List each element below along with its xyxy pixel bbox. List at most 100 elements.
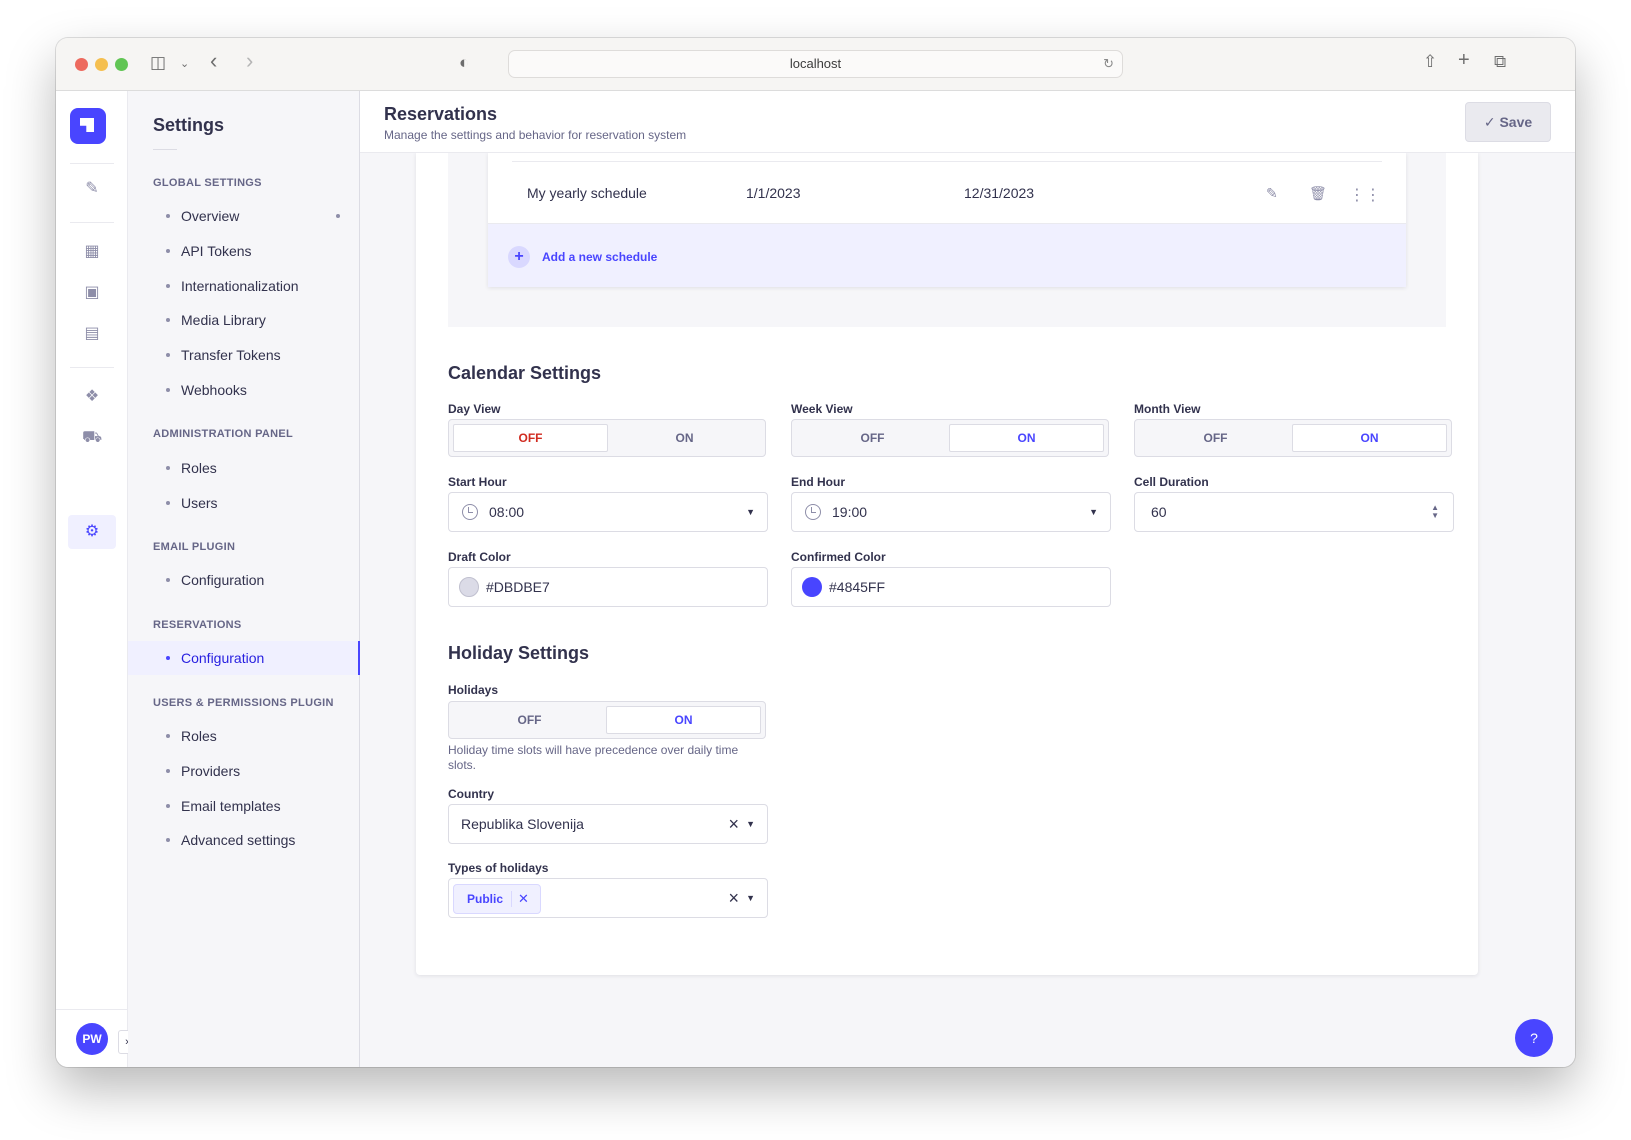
cell-duration-input[interactable]: 60 ▲ ▼ [1134,492,1454,532]
start-hour-label: Start Hour [448,475,507,489]
nav-item-admin-roles[interactable]: Roles [128,451,360,485]
schedule-end-date: 12/31/2023 [964,185,1035,201]
country-select[interactable]: Republika Slovenija × ▼ [448,804,768,844]
maximize-window-button[interactable] [115,58,128,71]
share-icon[interactable]: ⇧ [1423,52,1437,72]
nav-item-admin-users[interactable]: Users [128,486,360,520]
help-button[interactable]: ? [1515,1019,1553,1057]
settings-gear-icon[interactable]: ⚙ [82,522,102,542]
nav-item-internationalization[interactable]: Internationalization [128,269,360,303]
remove-tag-icon[interactable]: ✕ [518,885,529,913]
plugins-icon[interactable]: ❖ [82,387,102,407]
clear-icon[interactable]: × [728,879,739,917]
day-view-label: Day View [448,402,501,416]
nav-item-overview[interactable]: Overview [128,199,360,233]
country-value: Republika Slovenija [461,816,584,832]
confirmed-color-input[interactable]: #4845FF [791,567,1111,607]
add-schedule-label: Add a new schedule [542,250,658,264]
types-of-holidays-select[interactable]: Public ✕ × ▼ [448,878,768,918]
nav-item-up-roles[interactable]: Roles [128,719,360,753]
trash-icon[interactable]: 🗑 [1309,185,1327,202]
schedule-name: My yearly schedule [527,185,647,201]
page-title: Reservations [384,104,498,124]
day-view-toggle[interactable]: OFF ON [448,419,766,457]
section-administration-panel: ADMINISTRATION PANEL [153,428,294,440]
draft-color-value: #DBDBE7 [486,579,550,595]
content-type-builder-icon[interactable]: ▦ [82,242,102,262]
minimize-window-button[interactable] [95,58,108,71]
nav-item-email-configuration[interactable]: Configuration [128,563,360,597]
number-stepper-icon[interactable]: ▲ ▼ [1431,504,1439,520]
nav-item-webhooks[interactable]: Webhooks [128,373,360,407]
save-button[interactable]: ✓ Save [1465,102,1551,142]
schedules-section: My yearly schedule 1/1/2023 12/31/2023 ✎… [448,153,1446,327]
user-avatar[interactable]: PW [76,1023,108,1055]
week-view-off-option[interactable]: OFF [796,424,949,452]
page-header: Reservations Manage the settings and beh… [360,91,1575,153]
day-view-on-option[interactable]: ON [608,424,761,452]
nav-item-advanced-settings[interactable]: Advanced settings [128,823,360,857]
save-label: Save [1499,114,1533,130]
content-manager-icon[interactable]: ✎ [82,179,102,199]
schedules-table: My yearly schedule 1/1/2023 12/31/2023 ✎… [488,153,1406,287]
forward-icon[interactable]: › [246,50,253,72]
month-view-toggle[interactable]: OFF ON [1134,419,1452,457]
end-hour-select[interactable]: 19:00 ▼ [791,492,1111,532]
country-label: Country [448,787,494,801]
shield-icon[interactable]: ◐ [459,53,469,73]
section-global-settings: GLOBAL SETTINGS [153,177,262,189]
nav-item-media-library[interactable]: Media Library [128,303,360,337]
holidays-on-option[interactable]: ON [606,706,761,734]
draft-color-input[interactable]: #DBDBE7 [448,567,768,607]
confirmed-color-value: #4845FF [829,579,886,595]
back-icon[interactable]: ‹ [210,50,217,72]
schedule-start-date: 1/1/2023 [746,185,801,201]
tag-label: Public [467,892,504,906]
nav-item-transfer-tokens[interactable]: Transfer Tokens [128,338,360,372]
nav-item-reservations-configuration[interactable]: Configuration [128,641,360,675]
new-tab-icon[interactable]: + [1458,50,1470,70]
caret-down-icon[interactable]: ▼ [746,805,755,843]
holidays-toggle[interactable]: OFF ON [448,701,766,739]
end-hour-value: 19:00 [832,504,868,520]
add-schedule-button[interactable]: + Add a new schedule [488,223,1406,287]
address-bar[interactable]: localhost ↻ [508,50,1123,78]
rail-divider [56,1009,128,1010]
month-view-off-option[interactable]: OFF [1139,424,1292,452]
strapi-logo[interactable] [70,108,106,144]
cell-duration-label: Cell Duration [1134,475,1209,489]
sidebar-toggle-icon[interactable]: ◫ [150,53,166,73]
nav-item-providers[interactable]: Providers [128,754,360,788]
caret-down-icon[interactable]: ▼ [746,879,755,917]
start-hour-value: 08:00 [489,504,525,520]
reload-icon[interactable]: ↻ [1103,51,1114,77]
pencil-icon[interactable]: ✎ [1266,185,1278,202]
nav-item-email-templates[interactable]: Email templates [128,789,360,823]
draft-color-label: Draft Color [448,550,511,564]
chevron-down-icon[interactable]: ⌄ [180,54,189,74]
section-reservations: RESERVATIONS [153,619,242,631]
drag-handle-icon[interactable]: ⋮⋮ [1349,185,1381,205]
month-view-on-option[interactable]: ON [1292,424,1447,452]
draft-color-swatch[interactable] [459,577,479,597]
page-subtitle: Manage the settings and behavior for res… [384,128,687,142]
holidays-off-option[interactable]: OFF [453,706,606,734]
calendar-icon[interactable]: ▤ [82,324,102,344]
week-view-toggle[interactable]: OFF ON [791,419,1109,457]
caret-down-icon: ▼ [1089,507,1098,517]
clock-icon [805,504,821,520]
start-hour-select[interactable]: 08:00 ▼ [448,492,768,532]
day-view-off-option[interactable]: OFF [453,424,608,452]
confirmed-color-swatch[interactable] [802,577,822,597]
row-divider [512,161,1382,162]
clear-icon[interactable]: × [728,805,739,843]
media-library-icon[interactable]: ▣ [82,283,102,303]
selected-tag: Public ✕ [453,884,541,914]
tabs-overview-icon[interactable]: ⧉ [1494,52,1506,72]
nav-item-api-tokens[interactable]: API Tokens [128,234,360,268]
marketplace-cart-icon[interactable]: ⛟ [82,428,102,448]
types-of-holidays-label: Types of holidays [448,861,549,875]
close-window-button[interactable] [75,58,88,71]
week-view-on-option[interactable]: ON [949,424,1104,452]
clock-icon [462,504,478,520]
